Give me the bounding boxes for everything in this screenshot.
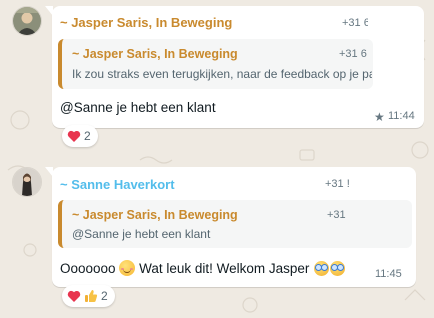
avatar-photo-icon: [13, 168, 41, 196]
message-sender[interactable]: ~ Sanne Haverkort: [60, 177, 175, 192]
message-time: 11:45: [375, 268, 402, 280]
heart-icon: [67, 290, 81, 302]
avatar-sanne[interactable]: [12, 167, 42, 197]
message-text: @Sanne je hebt een klant: [60, 100, 216, 115]
sender-phone: +31 !: [325, 178, 350, 190]
message-text-part: Wat leuk dit! Welkom Jasper: [139, 261, 310, 276]
quote-text: Ik zou straks even terugkijken, naar de …: [72, 67, 372, 81]
reaction-count: 2: [84, 129, 91, 143]
bubble-tail: [45, 167, 53, 177]
quote-text: @Sanne je hebt een klant: [72, 227, 211, 241]
heart-icon: [67, 130, 81, 142]
star-icon: ★: [374, 110, 385, 124]
avatar-photo-icon: [13, 7, 41, 35]
reactions-pill-1[interactable]: 2: [62, 125, 98, 147]
message-bubble-2[interactable]: ~ Sanne Haverkort +31 ! ~ Jasper Saris, …: [45, 167, 416, 287]
quote-phone: +31: [327, 209, 346, 221]
message-bubble-1[interactable]: ~ Jasper Saris, In Beweging +31 6 ~ Jasp…: [45, 6, 424, 128]
quote-sender: ~ Jasper Saris, In Beweging: [72, 47, 238, 61]
quote-phone: +31 6: [339, 48, 367, 60]
bubble-tail: [45, 6, 53, 16]
goggles-face-icon: [314, 261, 330, 276]
sender-phone: +31 6: [342, 17, 368, 29]
reactions-pill-2[interactable]: 2: [62, 285, 115, 307]
message-time: 11:44: [388, 110, 415, 122]
reaction-count: 2: [101, 289, 108, 303]
goggles-face-icon: [330, 261, 346, 276]
smiling-face-icon: [119, 260, 136, 276]
message-text-part: Ooooooo: [60, 261, 116, 276]
message-text: Ooooooo Wat leuk dit! Welkom Jasper: [60, 260, 346, 276]
quote-sender: ~ Jasper Saris, In Beweging: [72, 208, 238, 222]
avatar-jasper[interactable]: [12, 6, 42, 36]
quoted-message[interactable]: ~ Jasper Saris, In Beweging +31 @Sanne j…: [58, 200, 412, 248]
message-sender[interactable]: ~ Jasper Saris, In Beweging: [60, 15, 232, 30]
thumbs-up-icon: [85, 290, 98, 302]
quoted-message[interactable]: ~ Jasper Saris, In Beweging +31 6 Ik zou…: [58, 39, 373, 89]
